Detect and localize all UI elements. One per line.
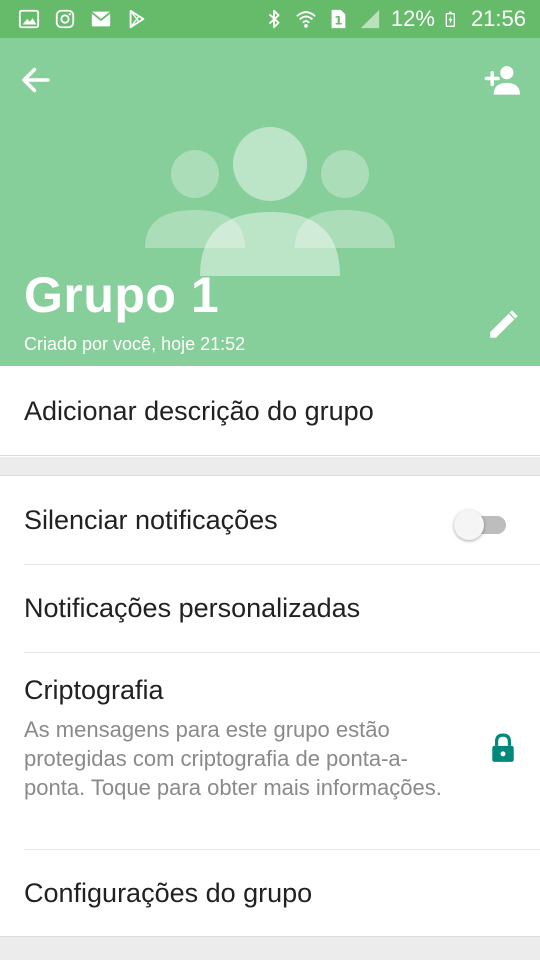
toggle-thumb (454, 510, 484, 540)
status-indicators: 1 12% 21:56 (263, 6, 526, 32)
add-participant-icon[interactable] (482, 62, 520, 98)
mute-toggle[interactable] (454, 508, 506, 540)
instagram-icon (55, 9, 75, 29)
mute-notifications-label: Silenciar notificações (24, 505, 278, 535)
back-arrow-icon[interactable] (18, 62, 54, 98)
wifi-icon (296, 11, 316, 28)
status-bar: 1 12% 21:56 (0, 0, 540, 38)
group-created-info: Criado por você, hoje 21:52 (24, 334, 246, 354)
section-gap (0, 937, 540, 960)
encryption-label: Criptografia (24, 675, 164, 705)
gallery-icon (18, 9, 40, 29)
custom-notifications-label: Notificações personalizadas (24, 593, 361, 623)
sim-label: 1 (334, 14, 342, 28)
battery-charging-icon (445, 11, 455, 27)
mail-icon (91, 11, 111, 27)
sim-icon: 1 (331, 9, 346, 29)
encryption-item[interactable]: Criptografia As mensagens para este grup… (0, 653, 540, 850)
play-store-icon (129, 9, 145, 29)
group-avatar-icon (145, 127, 395, 276)
section-gap (0, 457, 540, 475)
signal-icon (360, 9, 380, 29)
lock-icon (492, 733, 514, 762)
settings-list: Silenciar notificações Notificações pers… (0, 475, 540, 937)
group-settings-item[interactable]: Configurações do grupo (0, 850, 540, 937)
bluetooth-icon (268, 9, 280, 29)
edit-pencil-icon[interactable] (486, 308, 520, 342)
group-header: Grupo 1 Criado por você, hoje 21:52 (0, 38, 540, 366)
notification-icons (18, 8, 148, 30)
encryption-description: As mensagens para este grupo estão prote… (24, 717, 442, 800)
group-name: Grupo 1 (24, 267, 220, 323)
add-description-label: Adicionar descrição do grupo (24, 396, 374, 426)
battery-percent: 12% (390, 6, 435, 31)
mute-notifications-item[interactable]: Silenciar notificações (0, 476, 540, 565)
clock: 21:56 (470, 6, 526, 31)
group-settings-label: Configurações do grupo (24, 878, 313, 908)
custom-notifications-item[interactable]: Notificações personalizadas (0, 565, 540, 653)
add-description-item[interactable]: Adicionar descrição do grupo (0, 366, 540, 456)
